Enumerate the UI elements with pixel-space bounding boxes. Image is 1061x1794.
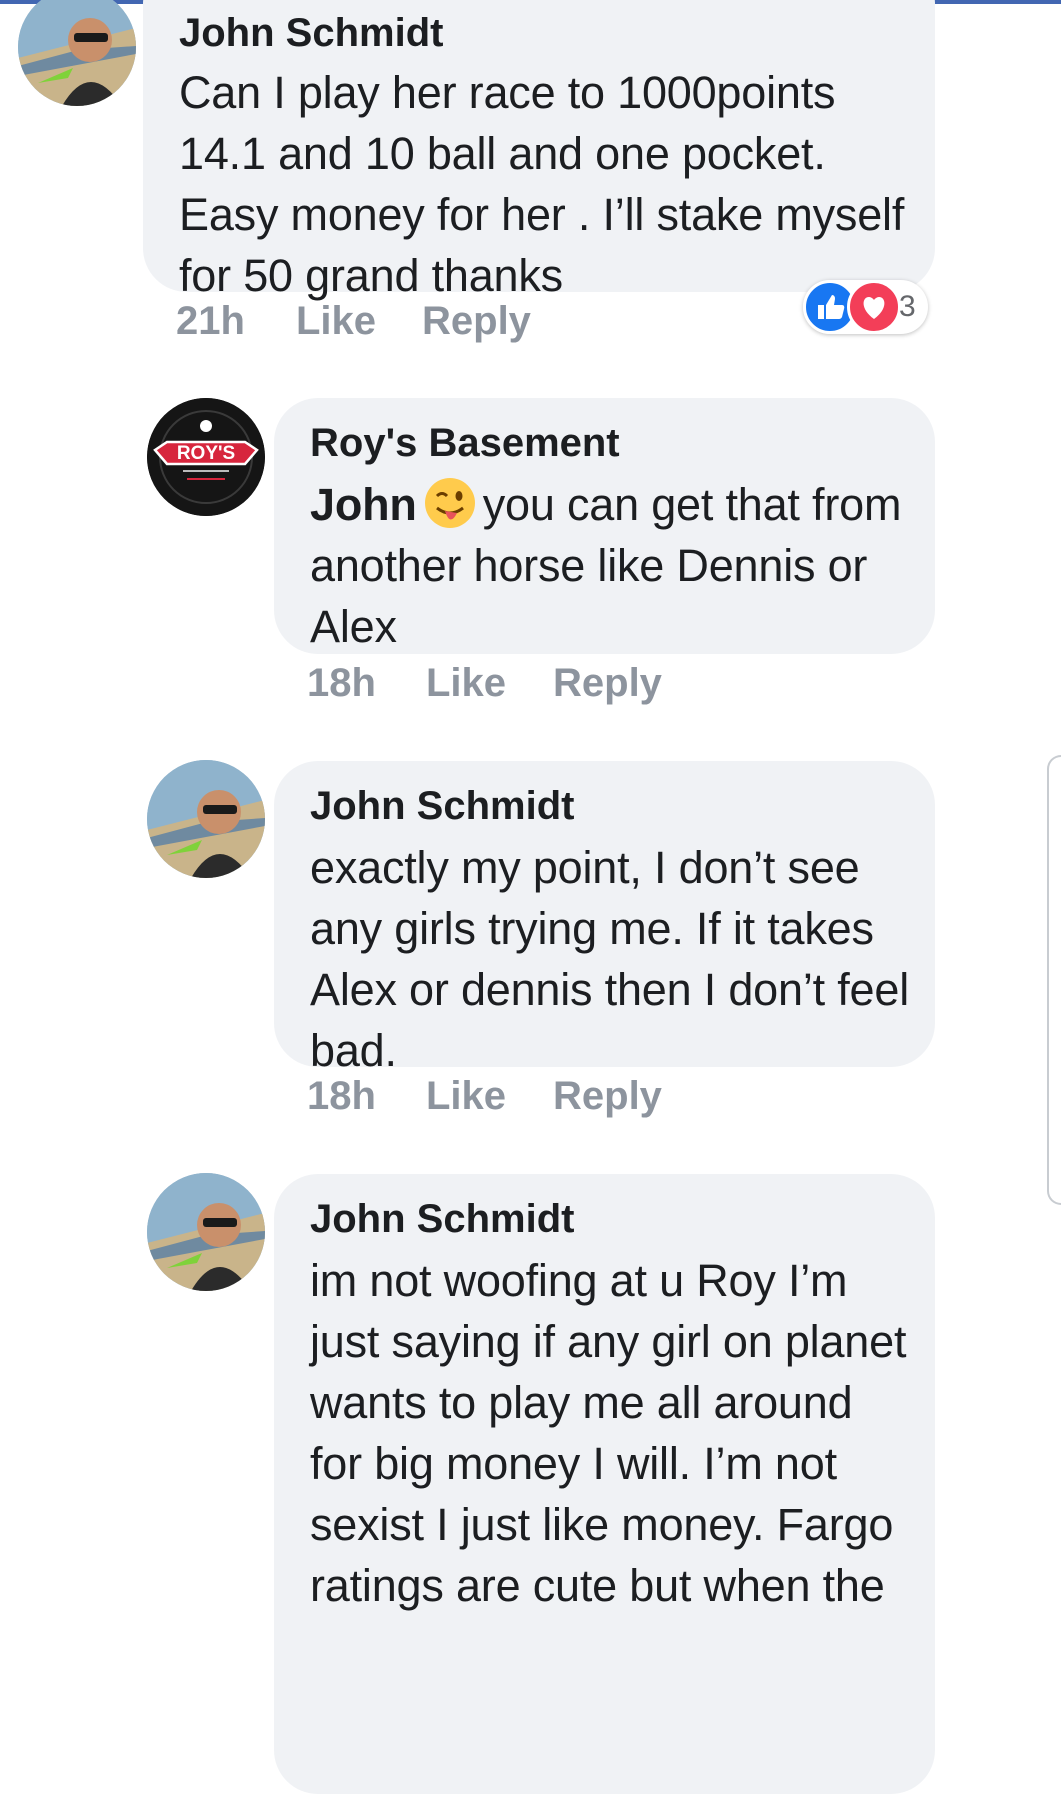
comment-actions: 18h Like Reply: [307, 658, 707, 708]
comment-bubble: John Schmidt exactly my point, I don’t s…: [274, 761, 935, 1076]
avatar-john-schmidt[interactable]: [18, 0, 136, 106]
roys-basement-logo: ROY'S: [147, 398, 265, 516]
comment-text: exactly my point, I don’t see any girls …: [310, 842, 909, 1076]
avatar-john-schmidt[interactable]: [147, 760, 265, 878]
comment-actions: 18h Like Reply: [307, 1071, 707, 1121]
reactions-summary[interactable]: 3: [803, 280, 928, 334]
profile-photo-icon: [147, 760, 265, 878]
comment-time[interactable]: 21h: [176, 296, 245, 346]
comment-author[interactable]: John Schmidt: [310, 783, 899, 829]
reply-button[interactable]: Reply: [422, 296, 531, 346]
like-button[interactable]: Like: [296, 296, 376, 346]
logo-text: ROY'S: [177, 443, 235, 464]
comment-author[interactable]: John Schmidt: [179, 10, 899, 56]
comment-author[interactable]: John Schmidt: [310, 1196, 899, 1242]
mention-tag[interactable]: John: [310, 479, 417, 530]
comment-time[interactable]: 18h: [307, 658, 376, 708]
profile-photo-icon: [18, 0, 136, 106]
comment-bubble: John Schmidt Can I play her race to 1000…: [143, 0, 935, 301]
avatar-roys-basement[interactable]: ROY'S: [147, 398, 265, 516]
comment-bubble: John Schmidt im not woofing at u Roy I’m…: [274, 1174, 935, 1794]
comment-bubble: Roy's Basement John you can get that fro…: [274, 398, 935, 654]
profile-photo-icon: [147, 1173, 265, 1291]
love-reaction-icon: [847, 280, 901, 334]
comment-time[interactable]: 18h: [307, 1071, 376, 1121]
reply-button[interactable]: Reply: [553, 658, 662, 708]
reply-button[interactable]: Reply: [553, 1071, 662, 1121]
like-button[interactable]: Like: [426, 658, 506, 708]
comment-text-block: John you can get that from another horse…: [310, 474, 910, 657]
like-button[interactable]: Like: [426, 1071, 506, 1121]
winking-face-with-tongue-icon: [424, 478, 475, 528]
comment-actions: 21h Like Reply: [176, 296, 576, 346]
comment-text: im not woofing at u Roy I’m just saying …: [310, 1255, 907, 1611]
scrollbar[interactable]: [1047, 755, 1061, 1205]
avatar-john-schmidt[interactable]: [147, 1173, 265, 1291]
comment-text: Can I play her race to 1000points 14.1 a…: [179, 67, 905, 301]
reaction-count: 3: [899, 290, 916, 323]
comment-author[interactable]: Roy's Basement: [310, 420, 899, 466]
